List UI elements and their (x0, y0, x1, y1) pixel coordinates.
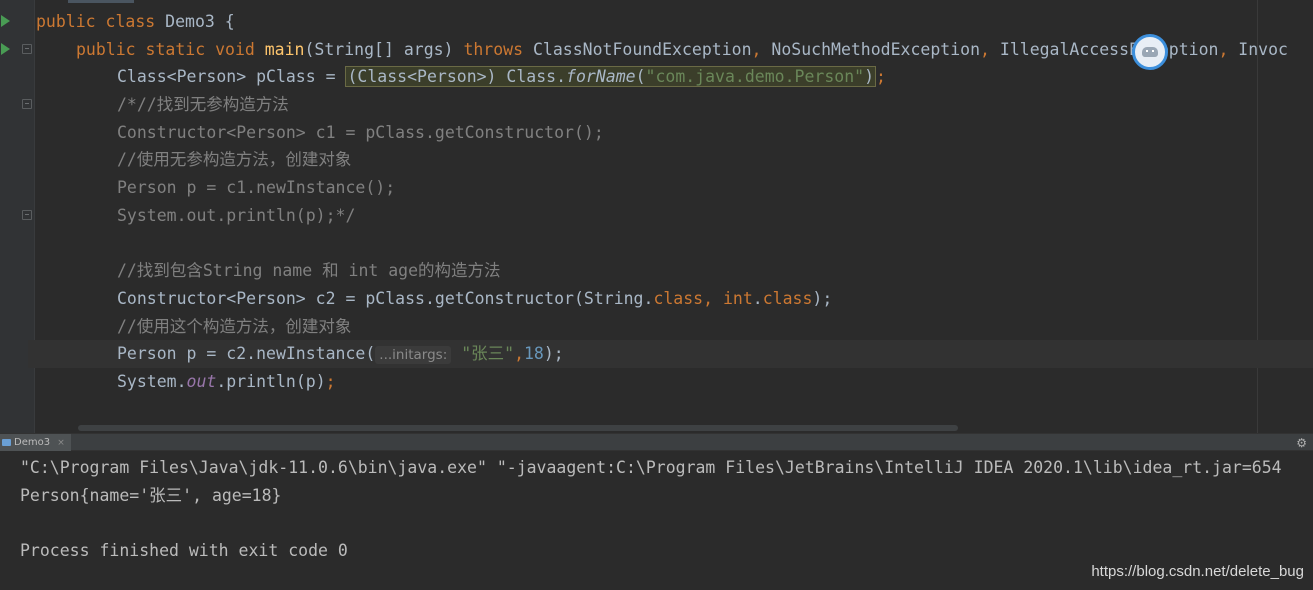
code-line-get-constructor[interactable]: Constructor<Person> c2 = pClass.getConst… (36, 285, 1313, 313)
string-token: "张三" (461, 344, 515, 364)
run-arrow-icon[interactable] (1, 43, 10, 55)
code-line-forname[interactable]: Class<Person> pClass = (Class<Person>) C… (36, 63, 1313, 91)
punct-token: , (514, 344, 524, 364)
code-line-class-decl[interactable]: public class Demo3 { (36, 8, 1313, 36)
code-token: Constructor<Person> c2 = pClass.getConst… (117, 288, 654, 308)
console-output[interactable]: "C:\Program Files\Java\jdk-11.0.6\bin\ja… (20, 454, 1313, 565)
code-token: Demo3 { (155, 12, 235, 31)
parameter-hint: ...initargs: (375, 346, 452, 365)
punct-token: , (980, 39, 990, 59)
code-line-new-instance[interactable]: Person p = c2.newInstance(...initargs: "… (28, 340, 1313, 368)
keyword-token: public static void (76, 39, 255, 59)
editor-tab-indicator (68, 0, 134, 3)
fold-marker-icon[interactable] (22, 210, 32, 220)
code-line-comment[interactable]: Person p = c1.newInstance(); (36, 174, 1313, 202)
console-line: "C:\Program Files\Java\jdk-11.0.6\bin\ja… (20, 458, 1282, 477)
punct-token: , (751, 39, 762, 59)
gear-icon[interactable]: ⚙ (1296, 435, 1307, 451)
fold-marker-icon[interactable] (22, 44, 32, 54)
code-line-comment[interactable]: Constructor<Person> c1 = pClass.getConst… (36, 119, 1313, 147)
avatar-icon[interactable] (1132, 34, 1168, 70)
editor-gutter (0, 0, 34, 433)
keyword-token: public class (36, 12, 156, 31)
run-tab-label: Demo3 (14, 437, 51, 448)
run-tab-bar: Demo3 × ⚙ (0, 433, 1313, 451)
code-line-comment[interactable]: //使用无参构造方法，创建对象 (36, 146, 1313, 174)
method-name-token: main (254, 39, 305, 59)
code-line-comment[interactable]: /*//找到无参构造方法 (36, 91, 1313, 119)
console-line: Person{name='张三', age=18} (20, 485, 282, 505)
run-config-icon (2, 439, 11, 446)
string-token: "com.java.demo.Person" (645, 67, 865, 87)
code-token: Class<Person> pClass = (117, 67, 346, 87)
console-line: Process finished with exit code 0 (20, 541, 348, 561)
code-line-println[interactable]: System.out.println(p); (36, 368, 1313, 396)
code-token: ClassNotFoundException (523, 39, 752, 59)
keyword-token: int (722, 288, 753, 308)
punct-token: ; (325, 371, 336, 391)
close-icon[interactable]: × (57, 438, 65, 448)
method-call-token: forName (566, 67, 636, 87)
code-token: .println(p) (216, 371, 326, 391)
run-arrow-icon[interactable] (1, 15, 10, 27)
code-token: IllegalAccessException (989, 39, 1219, 59)
code-token: (Class<Person>) Class. (347, 67, 567, 87)
code-line-comment[interactable]: //找到包含String name 和 int age的构造方法 (36, 257, 1313, 285)
code-token: ) (864, 67, 874, 87)
code-editor[interactable]: public class Demo3 { public static void … (0, 0, 1313, 433)
code-token: ); (812, 288, 833, 308)
run-tool-window: Demo3 × ⚙ "C:\Program Files\Java\jdk-11.… (0, 433, 1313, 590)
code-line-main-decl[interactable]: public static void main(String[] args) t… (36, 36, 1313, 64)
highlighted-expression: (Class<Person>) Class.forName("com.java.… (345, 66, 876, 88)
static-field-token: out (186, 371, 217, 391)
punct-token: ; (876, 67, 886, 87)
punct-token: , (1218, 39, 1229, 59)
keyword-token: throws (463, 39, 524, 59)
code-line-comment[interactable]: System.out.println(p);*/ (36, 202, 1313, 230)
code-line-comment[interactable]: //使用这个构造方法，创建对象 (36, 313, 1313, 341)
fold-marker-icon[interactable] (22, 99, 32, 109)
code-area[interactable]: public class Demo3 { public static void … (28, 8, 1313, 396)
code-token: Invoc (1228, 39, 1288, 59)
code-token: System. (117, 371, 187, 391)
number-token: 18 (524, 344, 544, 364)
run-tab-demo3[interactable]: Demo3 × (0, 434, 71, 451)
code-token: . (752, 288, 763, 308)
watermark-text: https://blog.csdn.net/delete_bug (1091, 563, 1304, 580)
keyword-token: class (653, 288, 704, 308)
horizontal-scrollbar[interactable] (78, 425, 958, 431)
code-token: NoSuchMethodException (761, 39, 981, 59)
keyword-token: class (762, 288, 813, 308)
code-token: ); (543, 344, 564, 364)
code-token: (String[] args) (304, 39, 464, 59)
code-line-empty[interactable] (36, 230, 1313, 258)
code-token: Person p = c2.newInstance( (117, 344, 376, 364)
code-token: ( (635, 67, 646, 87)
gutter-divider (34, 0, 35, 433)
punct-token: , (703, 288, 723, 308)
